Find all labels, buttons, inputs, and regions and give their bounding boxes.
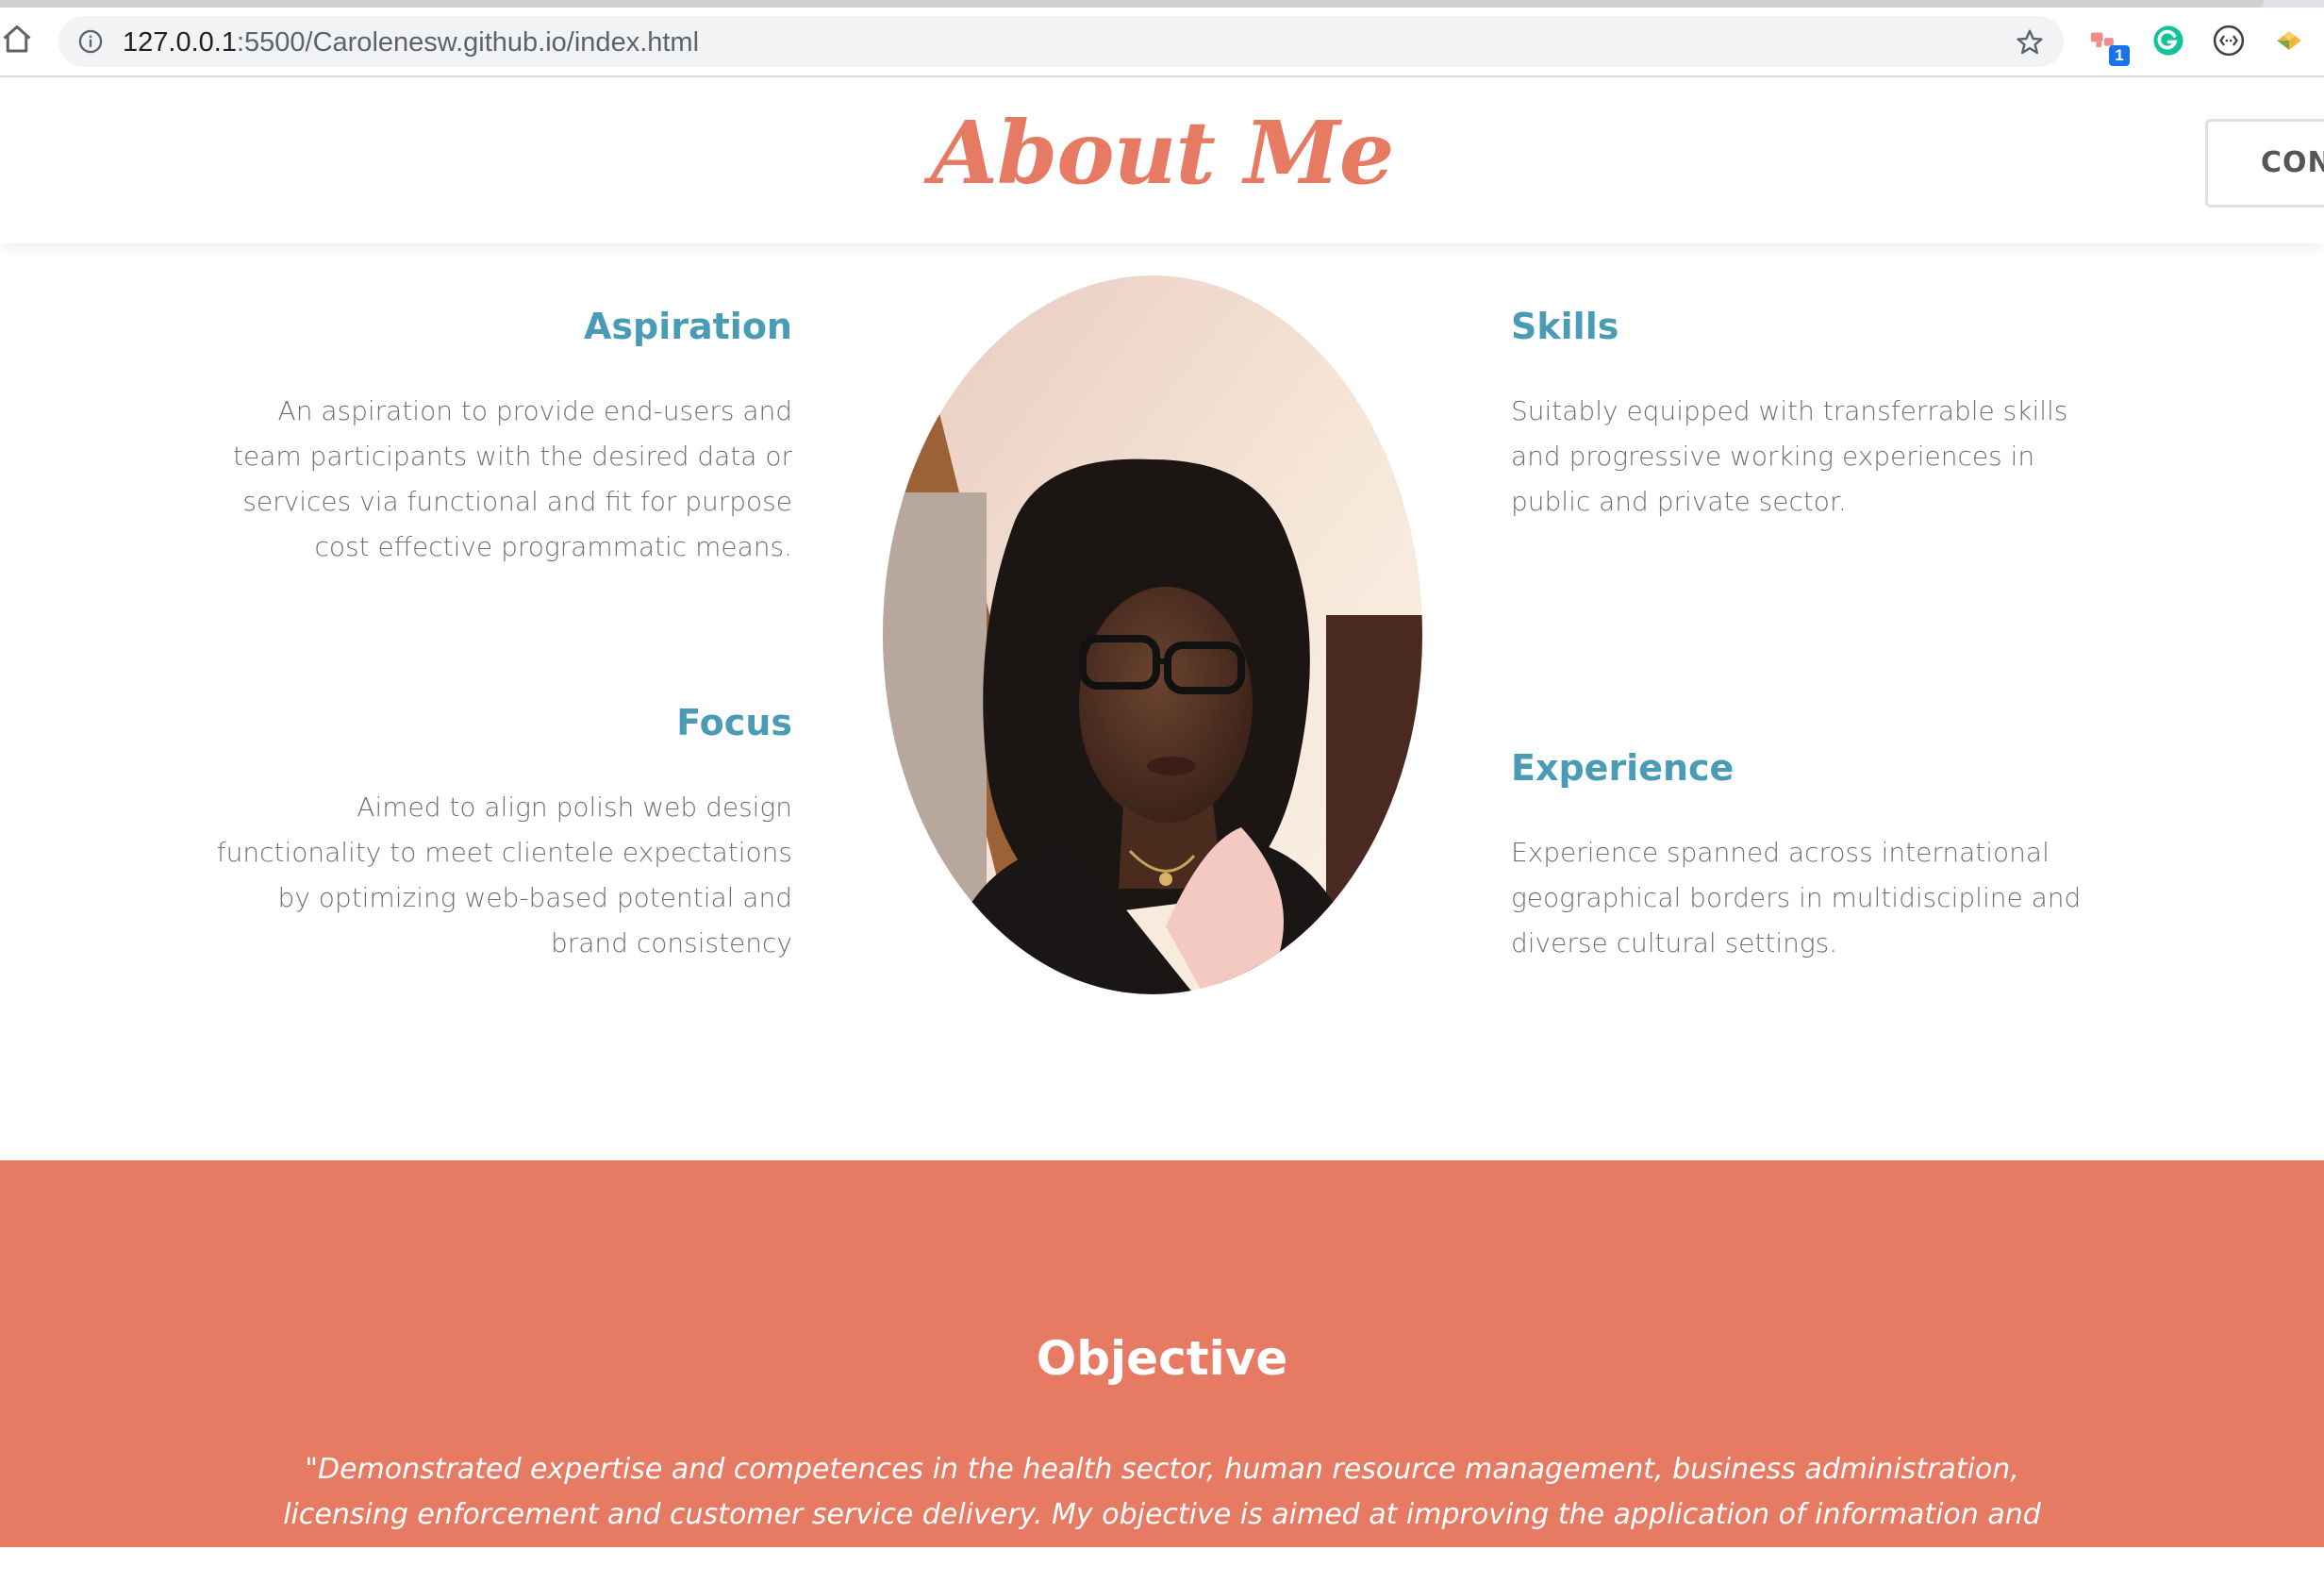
experience-text: Experience spanned across international …: [1511, 837, 2082, 958]
profile-photo: [883, 275, 1422, 994]
address-bar[interactable]: 127.0.0.1:5500/Carolenesw.github.io/inde…: [58, 16, 2064, 67]
experience-title: Experience: [1511, 747, 1735, 789]
skills-title: Skills: [1511, 306, 1619, 347]
home-icon[interactable]: [0, 23, 34, 57]
url-path: :5500/Carolenesw.github.io/index.html: [236, 27, 700, 58]
tab-strip: [0, 0, 2324, 8]
bookmark-star-icon[interactable]: [2015, 27, 2045, 58]
objective-title: Objective: [1036, 1331, 1288, 1386]
aspiration-title: Aspiration: [584, 306, 792, 347]
page-title: About Me: [930, 102, 1395, 204]
extension-badge: 1: [2109, 45, 2130, 66]
contact-button[interactable]: CON: [2205, 119, 2324, 208]
code-extension-icon[interactable]: [2213, 25, 2245, 57]
info-icon[interactable]: [77, 28, 104, 55]
site-header: About Me CON: [0, 77, 2324, 243]
grammarly-icon[interactable]: [2152, 25, 2184, 57]
diamond-extension-icon[interactable]: [2273, 25, 2305, 57]
focus-title: Focus: [676, 702, 792, 743]
objective-section: Objective "Demonstrated expertise and co…: [0, 1160, 2324, 1576]
about-section: Aspiration An aspiration to provide end-…: [0, 243, 2324, 1160]
url-host: 127.0.0.1: [123, 27, 237, 58]
url-text[interactable]: 127.0.0.1:5500/Carolenesw.github.io/inde…: [123, 27, 699, 58]
focus-text: Aimed to align polish web design functio…: [216, 792, 792, 958]
browser-toolbar: 127.0.0.1:5500/Carolenesw.github.io/inde…: [0, 0, 2324, 77]
aspiration-text: An aspiration to provide end-users and t…: [233, 395, 792, 562]
skills-text: Suitably equipped with transferrable ski…: [1511, 395, 2068, 517]
objective-text: "Demonstrated expertise and competences …: [283, 1453, 2041, 1576]
